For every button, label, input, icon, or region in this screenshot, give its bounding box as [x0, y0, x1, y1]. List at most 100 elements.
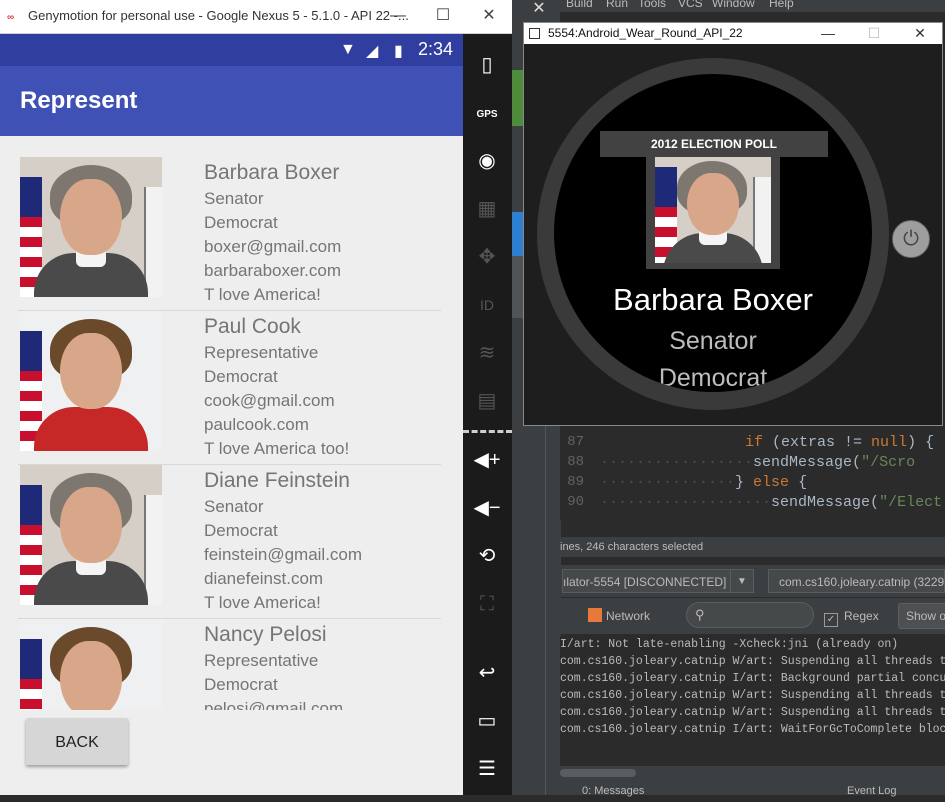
signal-icon: ◢ — [366, 43, 379, 60]
rep-title: Representative — [204, 651, 319, 670]
log-line: com.cs160.joleary.catnip W/art: Suspendi… — [560, 706, 945, 719]
regex-checkbox[interactable]: ✓ Regex — [824, 606, 879, 627]
representative-photo — [20, 311, 162, 451]
rep-email[interactable]: cook@gmail.com — [204, 389, 441, 413]
line-number: 90 — [567, 494, 584, 510]
power-button-icon[interactable]: ⏻ — [892, 220, 930, 258]
rep-email[interactable]: feinstein@gmail.com — [204, 543, 441, 567]
rep-website[interactable]: paulcook.com — [204, 413, 441, 437]
network-tab[interactable]: Network — [588, 606, 674, 626]
network-icon — [588, 608, 602, 622]
list-item[interactable]: Diane Feinstein Senator Democrat feinste… — [18, 464, 441, 619]
wear-close-button[interactable]: ✕ — [908, 24, 932, 42]
representative-photo — [20, 619, 162, 710]
log-search-input[interactable]: ⚲ — [686, 602, 814, 628]
representative-photo — [655, 157, 771, 263]
maximize-button[interactable]: ☐ — [431, 6, 455, 26]
photo-face — [60, 179, 122, 255]
representative-info: Barbara Boxer Senator Democrat boxer@gma… — [204, 156, 441, 307]
scrollbar-thumb[interactable] — [560, 769, 636, 777]
list-item[interactable]: Barbara Boxer Senator Democrat boxer@gma… — [18, 156, 441, 311]
rep-name: Nancy Pelosi — [204, 623, 327, 646]
rep-party: Democrat — [204, 213, 278, 232]
logcat-output[interactable]: I/art: Not late-enabling -Xcheck:jni (al… — [560, 636, 945, 766]
menu-help[interactable]: Help — [769, 0, 794, 10]
list-item[interactable]: Nancy Pelosi Representative Democrat pel… — [18, 618, 441, 710]
menu-window[interactable]: Window — [712, 0, 755, 10]
app-title: Represent — [20, 87, 138, 114]
wear-titlebar: 5554:Android_Wear_Round_API_22 — ☐ ✕ — [524, 23, 942, 44]
menu-build[interactable]: Build — [566, 0, 593, 10]
rep-party: Democrat — [204, 675, 278, 694]
menu-icon[interactable]: ☰ — [472, 754, 502, 784]
representatives-list[interactable]: Barbara Boxer Senator Democrat boxer@gma… — [0, 136, 463, 710]
rep-title: Senator — [204, 189, 264, 208]
device-id-icon[interactable]: ID — [472, 290, 502, 320]
chevron-down-icon[interactable]: ▼ — [730, 570, 753, 592]
representative-info: Diane Feinstein Senator Democrat feinste… — [204, 464, 441, 615]
minimize-button[interactable]: — — [386, 6, 410, 26]
genymotion-sidebar: ▯ GPS ◉ ▦ ✥ ID ≋ ▤ ◀+ ◀− ⟲ ⛶ ↩ ▭ ☰ — [463, 34, 512, 795]
log-line: com.cs160.joleary.catnip W/art: Suspendi… — [560, 689, 945, 702]
rep-party: Democrat — [204, 367, 278, 386]
horizontal-scrollbar[interactable] — [560, 766, 945, 780]
watch-screen[interactable]: 2012 ELECTION POLL Barbara Boxer Senator… — [554, 74, 872, 392]
capture-icon[interactable]: ▦ — [472, 194, 502, 224]
list-item[interactable]: Paul Cook Representative Democrat cook@g… — [18, 310, 441, 465]
window-title: Genymotion for personal use - Google Nex… — [28, 8, 409, 23]
regex-label: Regex — [844, 609, 879, 623]
recent-apps-icon[interactable]: ▭ — [472, 706, 502, 736]
menu-tools[interactable]: Tools — [638, 0, 666, 10]
representative-info: Nancy Pelosi Representative Democrat pel… — [204, 618, 441, 710]
log-line: com.cs160.joleary.catnip W/art: Suspendi… — [560, 655, 945, 668]
show-only-button[interactable]: Show o — [898, 603, 945, 629]
code-line: ···················sendMessage("/Elect — [600, 494, 943, 511]
dpad-icon[interactable]: ✥ — [472, 242, 502, 272]
sms-icon[interactable]: ▤ — [472, 386, 502, 416]
wear-maximize-button[interactable]: ☐ — [862, 24, 886, 42]
back-button[interactable]: BACK — [26, 718, 128, 765]
watch-photo-frame — [646, 157, 780, 269]
event-log-button[interactable]: Event Log — [847, 780, 897, 802]
rotate-icon[interactable]: ⟲ — [472, 541, 502, 571]
pixel-perfect-icon[interactable]: ⛶ — [472, 589, 502, 619]
rep-name: Paul Cook — [204, 315, 301, 338]
battery-control-icon[interactable]: ▯ — [472, 50, 502, 80]
back-nav-icon[interactable]: ↩ — [472, 658, 502, 688]
gps-icon[interactable]: GPS — [472, 100, 502, 130]
wear-minimize-button[interactable]: — — [816, 24, 840, 42]
app-select[interactable]: com.cs160.joleary.catnip (32299 — [768, 569, 945, 593]
representative-photo — [20, 157, 162, 297]
network-icon[interactable]: ≋ — [472, 338, 502, 368]
emulator-icon — [529, 28, 540, 39]
search-icon: ⚲ — [695, 607, 705, 622]
checkbox-icon: ✓ — [824, 613, 838, 627]
close-icon[interactable]: ✕ — [530, 0, 548, 18]
close-button[interactable]: ✕ — [477, 6, 501, 26]
rep-title: Senator — [204, 497, 264, 516]
volume-down-icon[interactable]: ◀− — [472, 493, 502, 523]
code-editor[interactable]: 87 if (extras != null) { 88 ············… — [560, 426, 945, 520]
wear-window-title: 5554:Android_Wear_Round_API_22 — [548, 26, 743, 40]
ide-tool-window-bar: 0: Messages Event Log — [560, 780, 945, 797]
watch-rep-title: Senator — [669, 327, 757, 355]
rep-tweet: T love America! — [204, 285, 321, 304]
rep-website[interactable]: barbaraboxer.com — [204, 259, 441, 283]
ide-menubar: Build Run Tools VCS Window Help — [512, 0, 945, 12]
code-line: ···············} else { — [600, 474, 808, 491]
rep-email[interactable]: boxer@gmail.com — [204, 235, 441, 259]
photo-body — [34, 407, 148, 451]
battery-icon: ▮ — [394, 43, 403, 60]
code-line: if (extras != null) { — [745, 434, 935, 451]
menu-vcs[interactable]: VCS — [678, 0, 703, 10]
rep-email[interactable]: pelosi@gmail.com — [204, 697, 441, 710]
device-select[interactable]: ılator-5554 [DISCONNECTED] ▼ — [562, 569, 754, 593]
menu-run[interactable]: Run — [606, 0, 628, 10]
rep-website[interactable]: dianefeinst.com — [204, 567, 441, 591]
messages-tool-button[interactable]: 0: Messages — [582, 780, 644, 802]
election-poll-label: 2012 ELECTION POLL — [600, 131, 828, 157]
volume-up-icon[interactable]: ◀+ — [472, 445, 502, 475]
rep-name: Diane Feinstein — [204, 469, 350, 492]
webcam-icon[interactable]: ◉ — [472, 146, 502, 176]
device-select-value: ılator-5554 [DISCONNECTED] — [563, 575, 727, 589]
